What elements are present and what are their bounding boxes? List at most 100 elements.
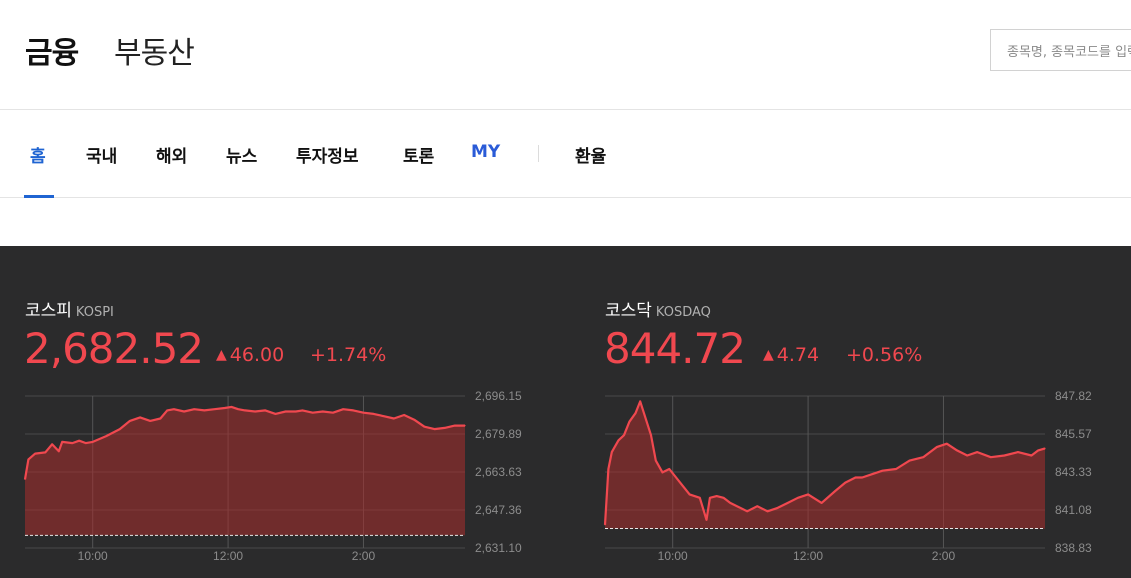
- kospi-chart: 2,696.15 2,679.89 2,663.63 2,647.36 2,631.10…: [23, 389, 522, 563]
- data-point: [909, 460, 911, 462]
- kosdaq-panel[interactable]: 코스닥 KOSDAQ 844.72 ▲ 4.74 +0.56% 847.82 845.…: [580, 246, 1120, 578]
- index-change-percent: +0.56%: [846, 344, 923, 366]
- x-tick-label: 12:00: [213, 549, 243, 563]
- x-tick-label: 2:00: [352, 549, 376, 563]
- data-point: [966, 454, 968, 457]
- index-change-value: 46.00: [229, 344, 285, 366]
- data-point: [444, 427, 446, 429]
- data-point: [807, 493, 809, 495]
- data-point: [628, 421, 630, 423]
- data-point: [797, 497, 799, 499]
- series-area: [25, 406, 465, 536]
- data-point: [92, 441, 94, 443]
- index-change: ▲ 46.00: [216, 344, 284, 366]
- tab-home[interactable]: 홈: [30, 142, 46, 167]
- kospi-panel[interactable]: 코스피 KOSPI 2,682.52 ▲ 46.00 +1.74% 2,696.15…: [0, 246, 540, 578]
- data-point: [729, 502, 731, 504]
- index-change-percent: +1.74%: [310, 344, 387, 366]
- data-point: [295, 410, 297, 413]
- data-point: [722, 497, 725, 499]
- brand-finance-link[interactable]: 금융: [25, 28, 79, 72]
- data-point: [58, 450, 60, 452]
- nav-divider: [538, 145, 539, 162]
- data-point: [617, 439, 620, 441]
- data-point: [661, 471, 664, 473]
- y-tick-label: 843.33: [1055, 465, 1092, 479]
- data-point: [746, 510, 748, 512]
- series-area: [605, 401, 1045, 529]
- index-name-ko: 코스피: [25, 301, 72, 321]
- data-point: [604, 524, 606, 526]
- data-point: [821, 502, 823, 504]
- index-value: 2,682.52: [24, 324, 204, 373]
- data-point: [244, 409, 246, 411]
- data-point: [787, 502, 789, 504]
- data-point: [85, 442, 87, 444]
- data-point: [607, 468, 609, 470]
- tab-news[interactable]: 뉴스: [226, 142, 257, 167]
- main-nav: 홈 국내 해외 뉴스 투자정보 토론 MY 환율: [0, 111, 1131, 198]
- y-tick-label: 2,631.10: [475, 541, 522, 555]
- data-point: [193, 408, 195, 410]
- y-tick-label: 2,679.89: [475, 427, 522, 441]
- data-point: [634, 412, 637, 414]
- index-name-ko: 코스닥: [605, 301, 652, 321]
- index-value: 844.72: [604, 324, 746, 373]
- data-point: [413, 419, 415, 421]
- data-point: [611, 451, 613, 453]
- brand-realestate-link[interactable]: 부동산: [114, 28, 195, 72]
- tab-exchange-rate[interactable]: 환율: [575, 142, 606, 167]
- data-point: [639, 400, 641, 402]
- data-point: [871, 473, 873, 475]
- index-name: 코스피 KOSPI: [25, 296, 114, 321]
- data-point: [51, 443, 53, 445]
- data-point: [312, 412, 314, 414]
- x-tick-label: 2:00: [932, 549, 956, 563]
- tab-overseas[interactable]: 해외: [156, 142, 187, 167]
- data-point: [301, 409, 304, 411]
- up-triangle-icon: ▲: [216, 347, 227, 363]
- search-input[interactable]: 종목명, 종목코드를 입력하세요: [990, 29, 1131, 71]
- data-point: [423, 426, 425, 428]
- data-point: [183, 410, 185, 413]
- data-point: [716, 495, 718, 497]
- y-tick-label: 845.57: [1055, 427, 1092, 441]
- y-tick-label: 2,696.15: [475, 389, 522, 403]
- data-point: [78, 440, 80, 442]
- data-point: [44, 451, 46, 453]
- tab-discussion[interactable]: 토론: [403, 142, 434, 167]
- data-point: [362, 412, 365, 414]
- y-tick-label: 847.82: [1055, 389, 1092, 403]
- data-point: [1037, 449, 1039, 451]
- data-point: [203, 409, 205, 411]
- x-tick-label: 10:00: [658, 549, 688, 563]
- data-point: [736, 505, 738, 507]
- data-point: [854, 476, 857, 479]
- data-point: [27, 458, 29, 460]
- active-tab-indicator: [24, 195, 54, 198]
- data-point: [393, 417, 395, 420]
- data-point: [936, 446, 938, 448]
- data-point: [1003, 454, 1005, 457]
- data-point: [777, 507, 779, 509]
- data-point: [173, 408, 175, 410]
- data-point: [766, 510, 769, 512]
- data-point: [1044, 447, 1046, 449]
- index-change-value: 4.74: [776, 344, 820, 366]
- data-point: [237, 408, 239, 410]
- data-point: [756, 505, 758, 507]
- data-point: [213, 408, 216, 410]
- data-point: [668, 468, 670, 470]
- tab-my[interactable]: MY: [471, 142, 500, 162]
- tab-investment-info[interactable]: 투자정보: [296, 142, 359, 167]
- data-point: [285, 410, 287, 413]
- data-point: [464, 425, 466, 427]
- index-code: KOSDAQ: [655, 305, 711, 320]
- data-point: [895, 468, 897, 470]
- data-point: [373, 413, 375, 415]
- data-point: [990, 456, 992, 458]
- data-point: [433, 428, 436, 430]
- data-point: [139, 416, 141, 418]
- tab-domestic[interactable]: 국내: [86, 142, 117, 167]
- data-point: [105, 435, 107, 437]
